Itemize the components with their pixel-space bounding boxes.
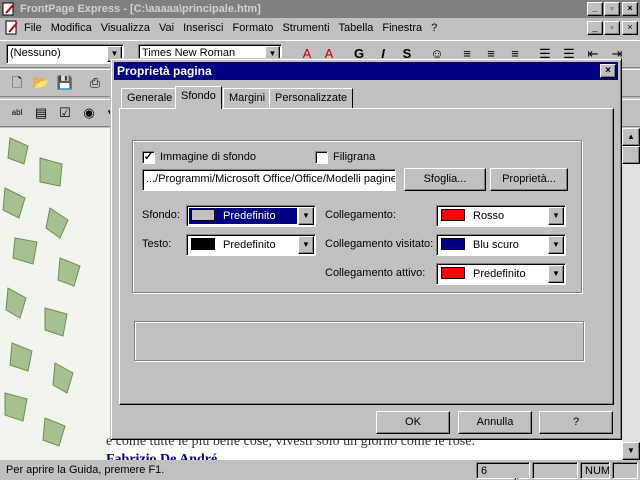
status-blank (532, 462, 578, 479)
radio-button-icon[interactable]: ◉ (78, 102, 100, 124)
doc-restore-button[interactable]: ▫ (604, 21, 620, 35)
close-window-button[interactable]: × (622, 2, 638, 16)
style-select[interactable]: (Nessuno) ▼ (6, 44, 124, 64)
textbox-field-icon[interactable]: abl (6, 102, 28, 124)
chevron-down-icon[interactable]: ▼ (298, 236, 314, 254)
background-image-path-input[interactable]: .../Programmi/Microsoft Office/Office/Mo… (142, 169, 396, 191)
scroll-thumb[interactable] (622, 146, 640, 164)
empty-group (134, 321, 584, 361)
background-color-swatch (191, 209, 215, 221)
chevron-down-icon[interactable]: ▼ (548, 236, 564, 254)
scroll-up-icon[interactable]: ▲ (622, 128, 640, 146)
menu-inserisci[interactable]: Inserisci (183, 22, 229, 34)
minimize-button[interactable]: _ (587, 2, 603, 16)
chevron-down-icon[interactable]: ▼ (548, 265, 564, 283)
watermark-label: Filigrana (333, 151, 376, 163)
chevron-down-icon[interactable]: ▼ (298, 207, 314, 225)
author-link[interactable]: Fabrizio De André (106, 452, 217, 460)
status-num: NUM (580, 462, 610, 479)
menu-tabella[interactable]: Tabella (339, 22, 380, 34)
doc-minimize-button[interactable]: _ (587, 21, 603, 35)
text-color-label: Testo: (142, 238, 172, 250)
properties-button[interactable]: Proprietà... (490, 168, 568, 191)
ivy-background-image (0, 128, 110, 460)
new-file-icon[interactable]: 🗋 (6, 72, 28, 94)
menu-strumenti[interactable]: Strumenti (282, 22, 335, 34)
dialog-title-bar: Proprietà pagina × (114, 62, 618, 80)
active-link-color-swatch (441, 267, 465, 279)
open-folder-icon[interactable]: 📂 (30, 72, 52, 94)
dialog-title: Proprietà pagina (117, 64, 212, 78)
menu-formato[interactable]: Formato (232, 22, 279, 34)
browse-button[interactable]: Sfoglia... (404, 168, 486, 191)
active-link-color-label: Collegamento attivo: (325, 267, 426, 279)
menu-file[interactable]: File (24, 22, 48, 34)
status-time: 6 secondi (476, 462, 530, 480)
visited-link-color-swatch (441, 238, 465, 250)
link-color-label: Collegamento: (325, 209, 396, 221)
tab-personalizzate[interactable]: Personalizzate (269, 88, 354, 108)
menu-finestra[interactable]: Finestra (382, 22, 428, 34)
text-color-swatch (191, 238, 215, 250)
page-properties-dialog: Proprietà pagina × Generale Sfondo Margi… (110, 58, 622, 440)
main-title-bar: FrontPage Express - [C:\aaaaa\principale… (0, 0, 640, 18)
scrolling-textbox-icon[interactable]: ▤ (30, 102, 52, 124)
ok-button[interactable]: OK (376, 411, 450, 434)
print-icon[interactable]: ⎙ (84, 72, 106, 94)
dialog-close-button[interactable]: × (600, 64, 616, 78)
menu-vai[interactable]: Vai (159, 22, 180, 34)
tab-margini[interactable]: Margini (223, 88, 272, 108)
doc-close-button[interactable]: × (622, 21, 638, 35)
background-color-label: Sfondo: (142, 209, 180, 221)
visited-link-color-label: Collegamento visitato: (325, 238, 434, 250)
background-color-select[interactable]: Predefinito ▼ (186, 205, 316, 227)
menu-bar: File Modifica Visualizza Vai Inserisci F… (0, 18, 640, 38)
checkbox-field-icon[interactable]: ☑ (54, 102, 76, 124)
window-title: FrontPage Express - [C:\aaaaa\principale… (20, 3, 261, 15)
visited-link-color-select[interactable]: Blu scuro ▼ (436, 234, 566, 256)
tab-generale[interactable]: Generale (121, 88, 179, 108)
link-color-select[interactable]: Rosso ▼ (436, 205, 566, 227)
sfondo-tab-panel: ✓ Immagine di sfondo Filigrana .../Progr… (119, 108, 614, 405)
menu-visualizza[interactable]: Visualizza (101, 22, 156, 34)
link-color-swatch (441, 209, 465, 221)
scroll-down-icon[interactable]: ▼ (622, 442, 640, 460)
maximize-button[interactable]: ▫ (604, 2, 620, 16)
save-icon[interactable]: 💾 (54, 72, 76, 94)
background-image-checkbox[interactable]: ✓ (142, 151, 155, 164)
tab-sfondo[interactable]: Sfondo (175, 86, 222, 109)
style-select-value: (Nessuno) (10, 47, 61, 59)
frontpage-app-icon (2, 2, 15, 16)
status-message: Per aprire la Guida, premere F1. (6, 464, 165, 476)
active-link-color-select[interactable]: Predefinito ▼ (436, 263, 566, 285)
text-color-select[interactable]: Predefinito ▼ (186, 234, 316, 256)
menu-help[interactable]: ? (431, 22, 443, 34)
cancel-button[interactable]: Annulla (458, 411, 532, 434)
watermark-checkbox[interactable] (315, 151, 328, 164)
background-image-label: Immagine di sfondo (160, 151, 256, 163)
menu-modifica[interactable]: Modifica (51, 22, 98, 34)
vertical-scrollbar[interactable]: ▲ ▼ (622, 128, 640, 460)
help-button[interactable]: ? (539, 411, 613, 434)
status-bar: Per aprire la Guida, premere F1. 6 secon… (0, 461, 640, 480)
chevron-down-icon[interactable]: ▼ (548, 207, 564, 225)
status-blank-2 (612, 462, 638, 479)
document-icon[interactable] (4, 20, 20, 36)
